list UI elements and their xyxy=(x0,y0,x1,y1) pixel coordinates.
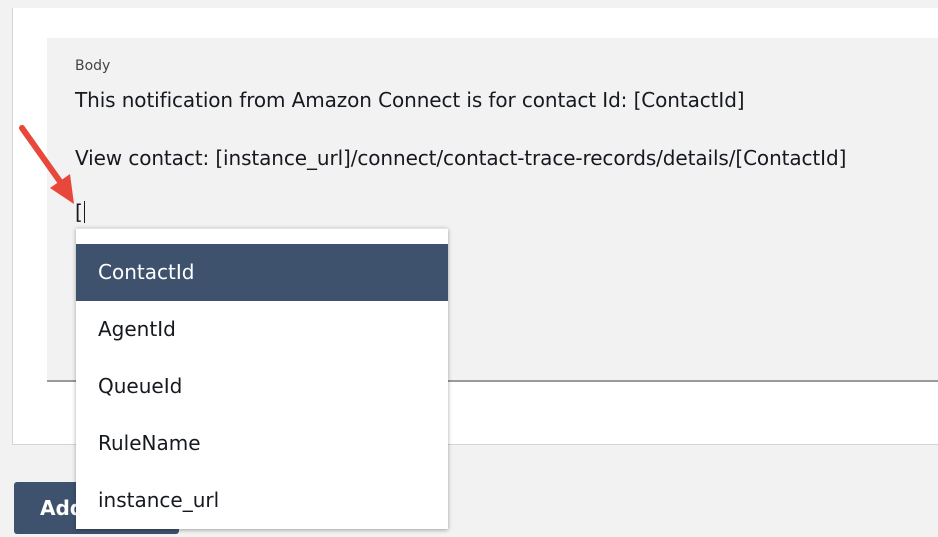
body-text-line[interactable]: This notification from Amazon Connect is… xyxy=(75,88,745,112)
autocomplete-option-rulename[interactable]: RuleName xyxy=(76,415,448,472)
autocomplete-option-queueid[interactable]: QueueId xyxy=(76,358,448,415)
body-field-label: Body xyxy=(75,58,111,74)
autocomplete-dropdown: ContactId AgentId QueueId RuleName insta… xyxy=(76,228,448,529)
autocomplete-option-agentid[interactable]: AgentId xyxy=(76,301,448,358)
autocomplete-option-instance-url[interactable]: instance_url xyxy=(76,472,448,529)
autocomplete-option-contactid[interactable]: ContactId xyxy=(76,244,448,301)
red-arrow-icon xyxy=(19,125,74,204)
body-text-line[interactable]: View contact: [instance_url]/connect/con… xyxy=(75,146,846,170)
